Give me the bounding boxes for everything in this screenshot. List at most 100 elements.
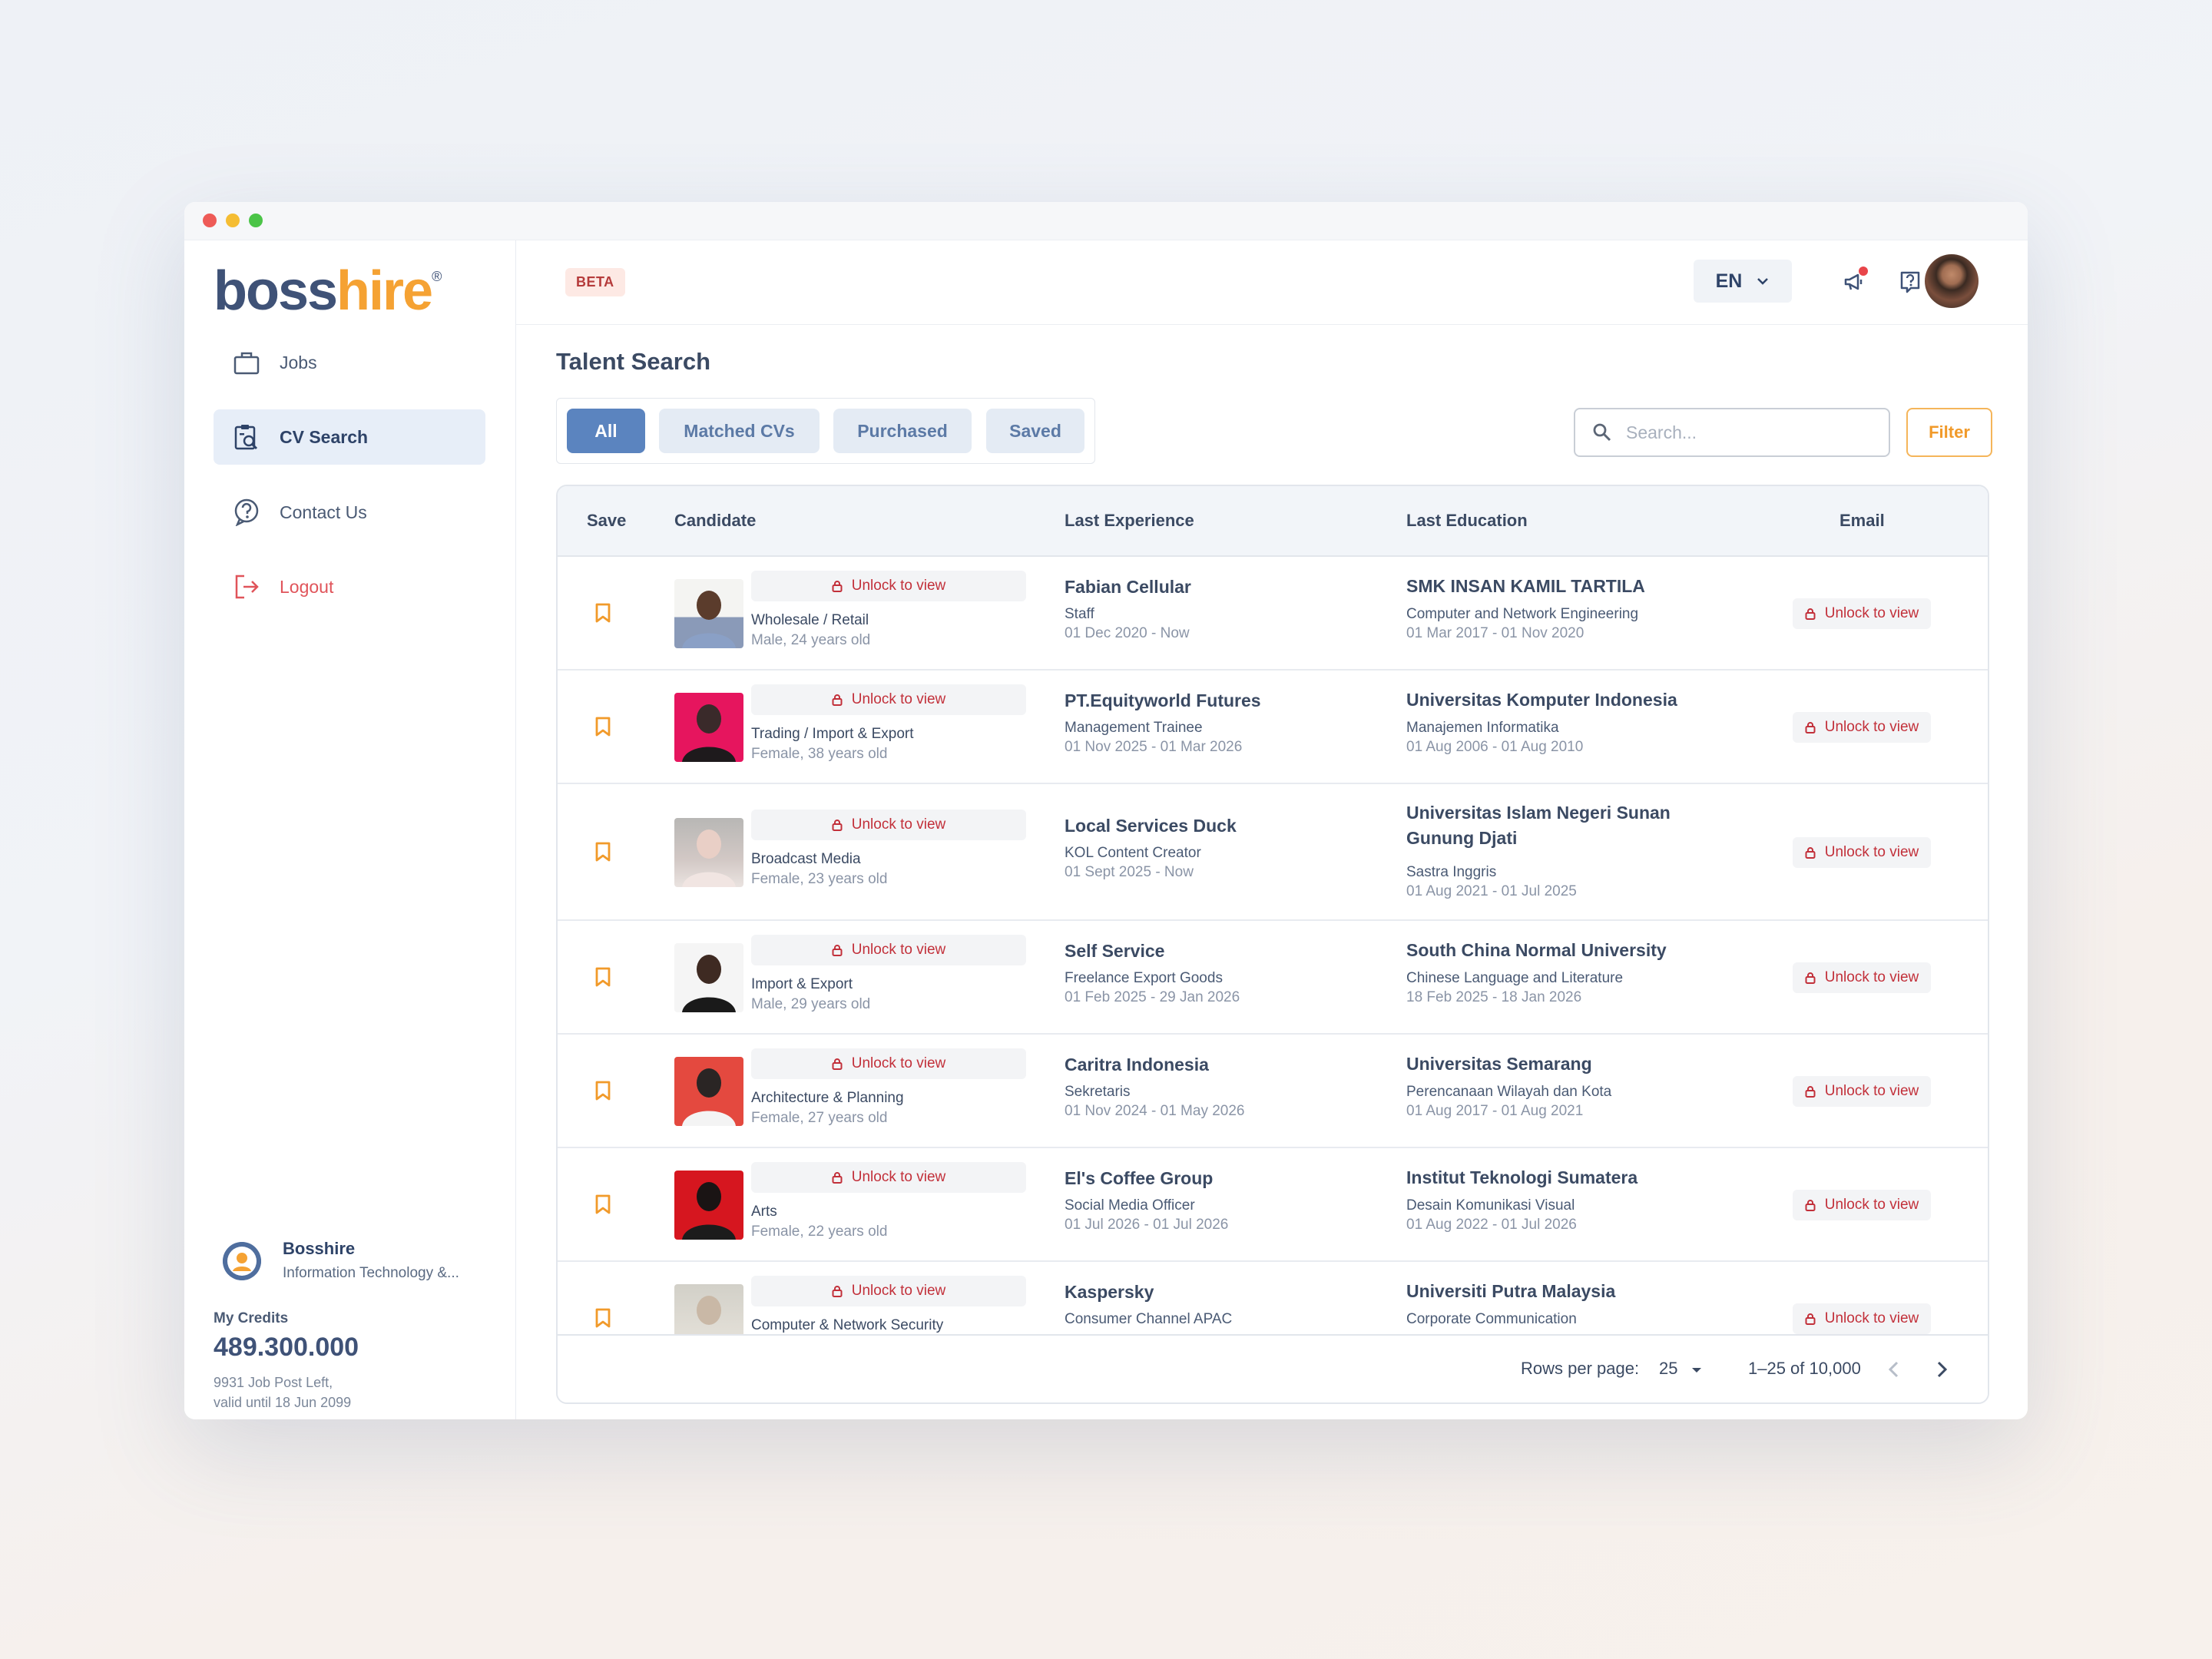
education-dates: 01 Aug 2006 - 01 Aug 2010 — [1406, 739, 1584, 755]
sidebar-item-cv-search[interactable]: CV Search — [214, 409, 485, 465]
tab-purchased[interactable]: Purchased — [833, 409, 972, 453]
minimize-window-button[interactable] — [226, 214, 240, 227]
experience-dates: 01 Nov 2025 - 01 Mar 2026 — [1065, 739, 1243, 755]
lock-icon — [832, 820, 843, 831]
header-candidate: Candidate — [674, 511, 757, 530]
experience-company: El's Coffee Group — [1065, 1168, 1214, 1188]
candidate-demographics: Male, 24 years old — [751, 632, 871, 648]
next-page-icon[interactable] — [1934, 1360, 1949, 1379]
bookmark-icon[interactable] — [594, 1308, 611, 1328]
unlock-name-button[interactable]: Unlock to view — [751, 935, 1026, 965]
tab-saved[interactable]: Saved — [986, 409, 1084, 453]
filter-button[interactable]: Filter — [1906, 408, 1992, 457]
sidebar-item-jobs[interactable]: Jobs — [214, 335, 485, 390]
chevron-down-icon — [1757, 278, 1769, 285]
language-value: EN — [1715, 270, 1743, 292]
language-selector[interactable]: EN — [1694, 260, 1792, 303]
unlock-email-button[interactable]: Unlock to view — [1793, 1190, 1931, 1220]
close-window-button[interactable] — [203, 214, 217, 227]
unlock-email-button[interactable]: Unlock to view — [1793, 1076, 1931, 1107]
table-pagination: Rows per page: 25 1–25 of 10,000 — [558, 1334, 1988, 1402]
unlock-name-button[interactable]: Unlock to view — [751, 1048, 1026, 1079]
education-major: Corporate Communication — [1406, 1311, 1577, 1327]
unlock-label: Unlock to view — [1824, 1083, 1919, 1099]
education-school: Institut Teknologi Sumatera — [1406, 1167, 1638, 1187]
unlock-name-button[interactable]: Unlock to view — [751, 810, 1026, 840]
lock-icon — [1805, 1086, 1816, 1098]
candidate-industry: Arts — [751, 1204, 777, 1220]
sidebar-item-label: Logout — [280, 576, 334, 597]
lock-icon — [1805, 1200, 1816, 1211]
education-school: Universiti Putra Malaysia — [1406, 1281, 1616, 1301]
unlock-email-button[interactable]: Unlock to view — [1793, 837, 1931, 868]
experience-dates: 01 Nov 2024 - 01 May 2026 — [1065, 1103, 1245, 1119]
unlock-email-button[interactable]: Unlock to view — [1793, 1303, 1931, 1334]
unlock-name-button[interactable]: Unlock to view — [751, 1276, 1026, 1306]
bookmark-icon[interactable] — [594, 603, 611, 623]
table-row[interactable]: Unlock to view Broadcast Media Female, 2… — [558, 784, 1988, 921]
candidate-photo — [674, 693, 743, 762]
experience-role: Consumer Channel APAC — [1065, 1311, 1233, 1327]
beta-badge: BETA — [565, 268, 625, 296]
tab-all[interactable]: All — [567, 409, 645, 453]
unlock-name-button[interactable]: Unlock to view — [751, 1162, 1026, 1193]
experience-dates: 01 Sept 2025 - Now — [1065, 864, 1194, 880]
education-school: Universitas Semarang — [1406, 1054, 1592, 1074]
unlock-name-button[interactable]: Unlock to view — [751, 684, 1026, 715]
experience-role: Management Trainee — [1065, 720, 1203, 736]
lock-icon — [832, 1058, 843, 1070]
unlock-email-button[interactable]: Unlock to view — [1793, 962, 1931, 993]
unlock-email-button[interactable]: Unlock to view — [1793, 598, 1931, 629]
experience-role: Sekretaris — [1065, 1084, 1131, 1100]
company-avatar — [223, 1242, 261, 1280]
table-row[interactable]: Unlock to view Computer & Network Securi… — [558, 1262, 1988, 1337]
unlock-label: Unlock to view — [1824, 719, 1919, 735]
table-row[interactable]: Unlock to view Arts Female, 22 years old… — [558, 1148, 1988, 1262]
topbar: BETA EN — [516, 240, 2028, 325]
education-dates: 01 Aug 2021 - 01 Jul 2025 — [1406, 883, 1577, 899]
sidebar-item-contact-us[interactable]: Contact Us — [214, 485, 485, 540]
bookmark-icon[interactable] — [594, 1081, 611, 1101]
user-avatar[interactable] — [1925, 254, 1979, 308]
rows-per-page-select[interactable]: 25 — [1659, 1359, 1703, 1379]
table-header: Save Candidate Last Experience Last Educ… — [558, 486, 1988, 557]
candidate-demographics: Female, 38 years old — [751, 746, 888, 762]
experience-dates: 01 Dec 2020 - Now — [1065, 625, 1190, 641]
help-button[interactable] — [1895, 267, 1926, 297]
sidebar: bosshire® Jobs CV Search Contact Us Logo… — [184, 240, 516, 1419]
valid-until: valid until 18 Jun 2099 — [214, 1395, 352, 1410]
candidate-industry: Computer & Network Security — [751, 1317, 944, 1333]
maximize-window-button[interactable] — [249, 214, 263, 227]
candidate-demographics: Female, 23 years old — [751, 871, 888, 887]
bosshire-logo[interactable]: bosshire® — [214, 263, 442, 319]
unlock-email-button[interactable]: Unlock to view — [1793, 712, 1931, 743]
candidate-photo — [674, 1171, 743, 1240]
bookmark-icon[interactable] — [594, 1194, 611, 1214]
search-input[interactable]: Search... — [1574, 408, 1890, 457]
unlock-name-button[interactable]: Unlock to view — [751, 571, 1026, 601]
bookmark-icon[interactable] — [594, 842, 611, 862]
credits-value: 489.300.000 — [214, 1333, 359, 1362]
help-icon — [1900, 271, 1920, 293]
table-row[interactable]: Unlock to view Trading / Import & Export… — [558, 671, 1988, 784]
candidate-demographics: Male, 29 years old — [751, 996, 871, 1012]
education-school: Universitas Islam Negeri Sunan Gunung Dj… — [1406, 803, 1671, 848]
header-save: Save — [587, 511, 627, 530]
lock-icon — [832, 581, 843, 592]
table-row[interactable]: Unlock to view Wholesale / Retail Male, … — [558, 557, 1988, 671]
education-dates: 18 Feb 2025 - 18 Jan 2026 — [1406, 989, 1582, 1005]
bookmark-icon[interactable] — [594, 967, 611, 987]
company-profile[interactable]: Bosshire Information Technology &... — [223, 1239, 459, 1282]
experience-company: Self Service — [1065, 941, 1165, 961]
candidates-table: Save Candidate Last Experience Last Educ… — [556, 485, 1989, 1404]
tab-matched-cvs[interactable]: Matched CVs — [659, 409, 820, 453]
header-last-education: Last Education — [1406, 511, 1528, 530]
experience-dates: 01 Feb 2025 - 29 Jan 2026 — [1065, 989, 1240, 1005]
unlock-label: Unlock to view — [1824, 605, 1919, 621]
table-row[interactable]: Unlock to view Import & Export Male, 29 … — [558, 921, 1988, 1035]
sidebar-item-logout[interactable]: Logout — [214, 559, 485, 614]
announcement-button[interactable] — [1839, 267, 1869, 297]
bookmark-icon[interactable] — [594, 717, 611, 737]
table-row[interactable]: Unlock to view Architecture & Planning F… — [558, 1035, 1988, 1148]
prev-page-icon[interactable] — [1886, 1360, 1902, 1379]
